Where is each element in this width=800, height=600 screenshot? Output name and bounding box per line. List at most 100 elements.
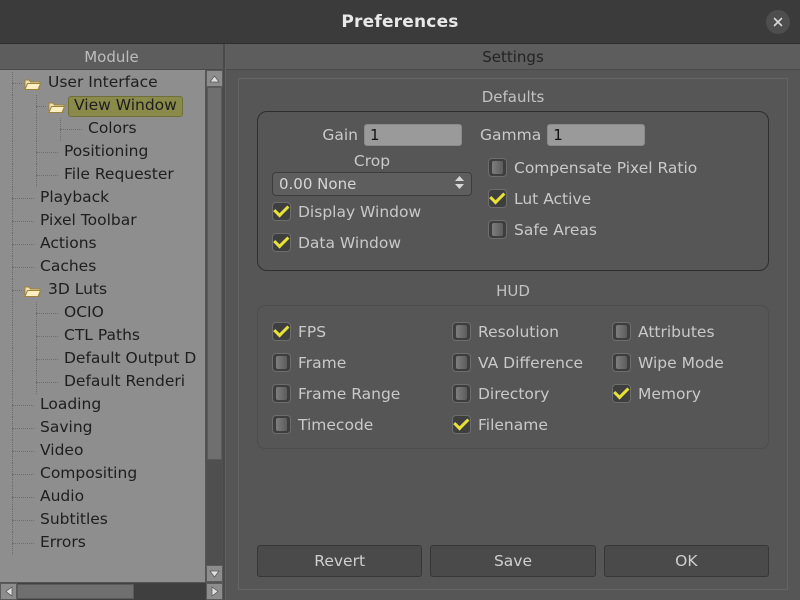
- checkbox-label: Safe Areas: [514, 220, 598, 239]
- tree-item-label: Video: [40, 441, 84, 459]
- settings-body: Defaults Gain Gamma: [226, 70, 800, 600]
- checkbox-checked-icon[interactable]: [272, 202, 291, 221]
- tree-vertical-scrollbar[interactable]: [205, 70, 223, 582]
- tree-item-ctl-paths[interactable]: CTL Paths: [0, 325, 205, 348]
- tree-item-file-requester[interactable]: File Requester: [0, 164, 205, 187]
- crop-select[interactable]: 0.00 None: [272, 172, 472, 196]
- gain-input[interactable]: [364, 124, 462, 146]
- tree-item-label-box: Default Output D: [62, 350, 198, 369]
- tree-item-video[interactable]: Video: [0, 440, 205, 463]
- checkbox-unchecked-icon[interactable]: [612, 322, 631, 341]
- checkbox-unchecked-icon[interactable]: [452, 384, 471, 403]
- checkbox-unchecked-icon[interactable]: [272, 415, 291, 434]
- checkbox-safe-areas[interactable]: Safe Areas: [488, 214, 754, 245]
- checkbox-knob: [492, 161, 503, 174]
- tree-scroll-track[interactable]: [206, 87, 223, 565]
- checkbox-checked-icon[interactable]: [272, 322, 291, 341]
- checkbox-label: Lut Active: [514, 189, 592, 208]
- checkbox-checked-icon[interactable]: [452, 415, 471, 434]
- tree-item-view-window[interactable]: View Window: [0, 95, 205, 118]
- tree-item-positioning[interactable]: Positioning: [0, 141, 205, 164]
- settings-panel: Settings Defaults Gain Gamma: [225, 44, 800, 600]
- dialog-buttons: Revert Save OK: [257, 531, 769, 577]
- tree-item-actions[interactable]: Actions: [0, 233, 205, 256]
- checkbox-checked-icon[interactable]: [612, 384, 631, 403]
- checkbox-unchecked-icon[interactable]: [488, 220, 507, 239]
- scroll-right-icon[interactable]: [206, 583, 223, 600]
- checkbox-display-window[interactable]: Display Window: [272, 196, 480, 227]
- checkbox-unchecked-icon[interactable]: [452, 322, 471, 341]
- tree-item-label: Saving: [40, 418, 93, 436]
- tree-item-label-box: Playback: [38, 189, 111, 208]
- checkbox-label: Compensate Pixel Ratio: [514, 158, 698, 177]
- tree-item-3d-luts[interactable]: 3D Luts: [0, 279, 205, 302]
- tree-item-label: Actions: [40, 234, 97, 252]
- checkbox-compensate-pixel-ratio[interactable]: Compensate Pixel Ratio: [488, 152, 754, 183]
- tree-item-saving[interactable]: Saving: [0, 417, 205, 440]
- crop-group: Crop 0.00 None: [272, 152, 472, 196]
- tree-item-compositing[interactable]: Compositing: [0, 463, 205, 486]
- tree-item-colors[interactable]: Colors: [0, 118, 205, 141]
- hscroll-track[interactable]: [17, 583, 206, 600]
- checkbox-wipe-mode[interactable]: Wipe Mode: [612, 347, 754, 378]
- tree-item-pixel-toolbar[interactable]: Pixel Toolbar: [0, 210, 205, 233]
- checkbox-filename[interactable]: Filename: [452, 409, 612, 440]
- checkbox-frame[interactable]: Frame: [272, 347, 452, 378]
- checkbox-resolution[interactable]: Resolution: [452, 316, 612, 347]
- checkbox-attributes[interactable]: Attributes: [612, 316, 754, 347]
- tree-guide-line: [36, 118, 37, 141]
- tree-guide-line: [12, 244, 34, 245]
- defaults-right-checkboxes: Compensate Pixel Ratio Lut Active Safe Are…: [488, 152, 754, 245]
- tree-horizontal-scrollbar[interactable]: [0, 582, 223, 600]
- ok-button[interactable]: OK: [603, 545, 769, 577]
- revert-button[interactable]: Revert: [257, 545, 423, 577]
- scroll-up-icon[interactable]: [206, 70, 223, 87]
- tree-item-user-interface[interactable]: User Interface: [0, 72, 205, 95]
- close-icon[interactable]: [766, 9, 790, 34]
- checkbox-unchecked-icon[interactable]: [612, 353, 631, 372]
- hscroll-thumb[interactable]: [17, 584, 135, 599]
- scroll-left-icon[interactable]: [0, 583, 17, 600]
- save-button[interactable]: Save: [430, 545, 596, 577]
- tree-item-label: Positioning: [64, 142, 149, 160]
- tree-item-default-renderi[interactable]: Default Renderi: [0, 371, 205, 394]
- checkbox-knob: [276, 387, 287, 400]
- checkbox-unchecked-icon[interactable]: [272, 353, 291, 372]
- checkbox-fps[interactable]: FPS: [272, 316, 452, 347]
- tree-item-caches[interactable]: Caches: [0, 256, 205, 279]
- checkbox-frame-range[interactable]: Frame Range: [272, 378, 452, 409]
- checkbox-directory[interactable]: Directory: [452, 378, 612, 409]
- checkbox-va-difference[interactable]: VA Difference: [452, 347, 612, 378]
- tree-item-subtitles[interactable]: Subtitles: [0, 509, 205, 532]
- tree-scroll-thumb[interactable]: [207, 87, 222, 460]
- checkbox-checked-icon[interactable]: [488, 189, 507, 208]
- hud-group: FPS Resolution Attributes Frame VA Differenc…: [257, 305, 769, 449]
- tree-item-default-output-d[interactable]: Default Output D: [0, 348, 205, 371]
- hud-group-title: HUD: [496, 282, 530, 300]
- tree-guide-line: [12, 95, 13, 118]
- checkbox-timecode[interactable]: Timecode: [272, 409, 452, 440]
- checkbox-lut-active[interactable]: Lut Active: [488, 183, 754, 214]
- checkbox-memory[interactable]: Memory: [612, 378, 754, 409]
- tree-item-playback[interactable]: Playback: [0, 187, 205, 210]
- tree-item-label-box: View Window: [68, 96, 183, 117]
- scroll-down-icon[interactable]: [206, 565, 223, 582]
- tree-item-audio[interactable]: Audio: [0, 486, 205, 509]
- defaults-left-column: Crop 0.00 None Display Window Data Windo…: [272, 152, 480, 258]
- tree-item-label: CTL Paths: [64, 326, 140, 344]
- checkbox-unchecked-icon[interactable]: [488, 158, 507, 177]
- module-tree[interactable]: User Interface View Window Colors Positioni…: [0, 70, 205, 582]
- tree-item-errors[interactable]: Errors: [0, 532, 205, 555]
- checkbox-data-window[interactable]: Data Window: [272, 227, 480, 258]
- checkbox-label: Memory: [638, 384, 702, 403]
- tree-item-ocio[interactable]: OCIO: [0, 302, 205, 325]
- checkbox-label: VA Difference: [478, 353, 584, 372]
- checkbox-unchecked-icon[interactable]: [272, 384, 291, 403]
- gamma-input[interactable]: [547, 124, 646, 146]
- tree-guide-line: [12, 348, 13, 371]
- tree-item-label-box: Audio: [38, 488, 86, 507]
- tree-item-loading[interactable]: Loading: [0, 394, 205, 417]
- module-tree-wrap: User Interface View Window Colors Positioni…: [0, 70, 223, 582]
- checkbox-checked-icon[interactable]: [272, 233, 291, 252]
- checkbox-unchecked-icon[interactable]: [452, 353, 471, 372]
